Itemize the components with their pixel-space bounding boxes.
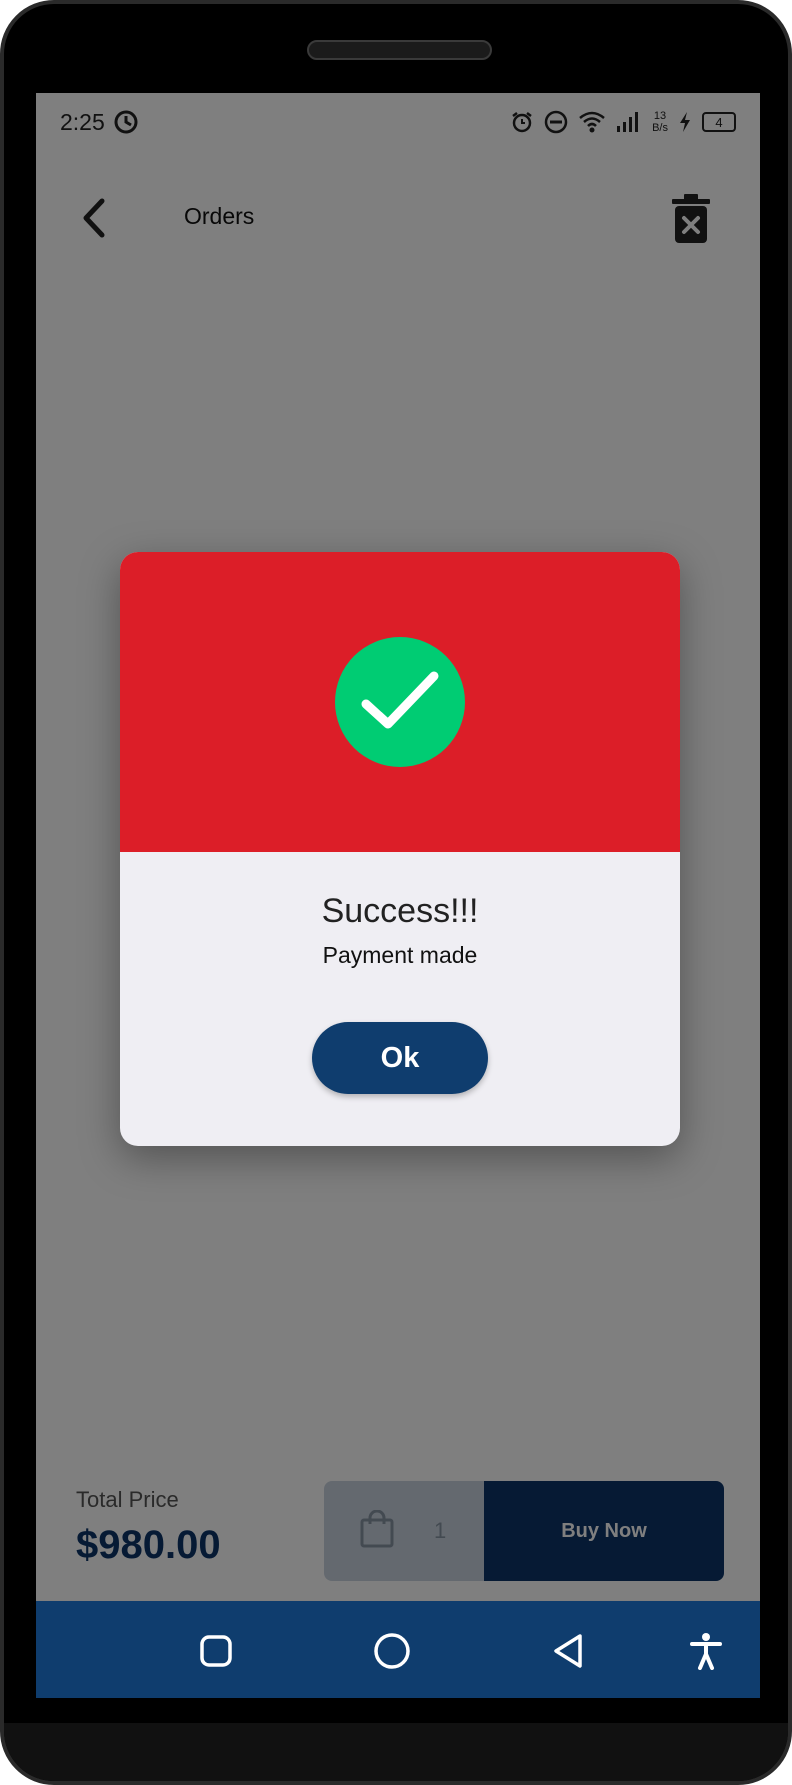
ok-button[interactable]: Ok <box>312 1022 488 1094</box>
back-nav-icon[interactable] <box>548 1631 588 1671</box>
dialog-title: Success!!! <box>321 892 479 930</box>
recents-icon[interactable] <box>196 1631 236 1671</box>
success-check-icon <box>335 637 465 767</box>
phone-speaker <box>307 40 492 60</box>
dialog-message: Payment made <box>322 942 478 968</box>
accessibility-icon[interactable] <box>686 1631 726 1671</box>
phone-chin <box>4 1723 788 1781</box>
dialog-header <box>120 552 680 852</box>
system-nav-bar <box>36 1601 760 1698</box>
home-icon[interactable] <box>372 1631 412 1671</box>
phone-frame: 2:25 13 B/s <box>0 0 792 1785</box>
screen: 2:25 13 B/s <box>36 93 760 1698</box>
success-dialog: Success!!! Payment made Ok <box>120 552 680 1146</box>
